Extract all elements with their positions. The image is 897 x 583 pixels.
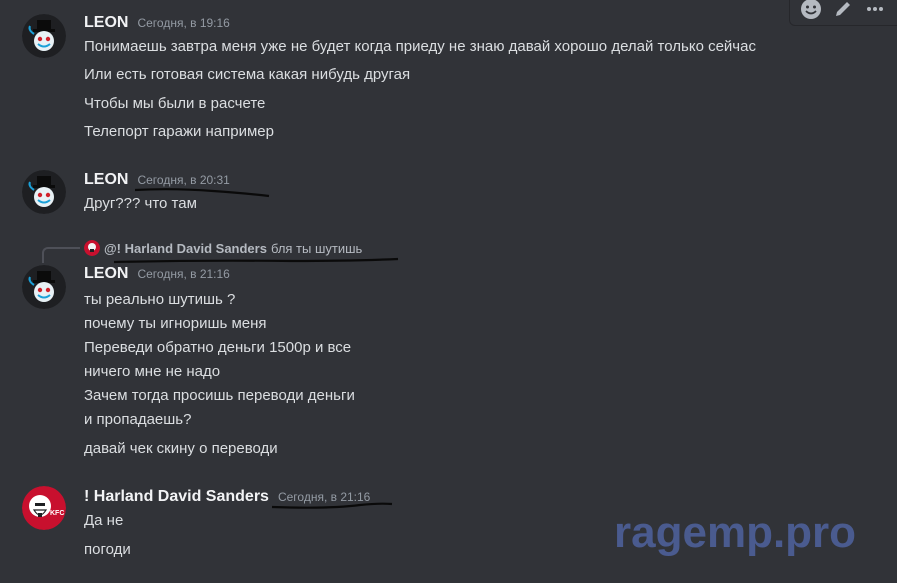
message-text: давай чек скину о переводи xyxy=(84,440,278,457)
message-text: и пропадаешь? xyxy=(84,411,192,428)
reply-spine xyxy=(42,247,80,263)
username[interactable]: LEON xyxy=(84,14,128,32)
message-text: ничего мне не надо xyxy=(84,363,221,380)
reply-text: бля ты шутишь xyxy=(270,240,363,256)
message-text: Понимаешь завтра меня уже не будет когда… xyxy=(84,38,756,55)
timestamp: Сегодня, в 19:16 xyxy=(137,16,230,30)
reply-mention[interactable]: @! Harland David Sanders xyxy=(104,241,267,256)
reply-avatar xyxy=(84,240,100,256)
message-text: Да не xyxy=(84,512,124,529)
message-text: ты реально шутишь ? xyxy=(84,291,236,308)
more-icon[interactable] xyxy=(862,0,888,22)
reply-reference[interactable]: @! Harland David Sanders бля ты шутишь xyxy=(84,240,362,256)
message-header: LEON Сегодня, в 19:16 xyxy=(84,14,230,32)
timestamp: Сегодня, в 21:16 xyxy=(137,267,230,281)
message-text: Зачем тогда просишь переводи деньги xyxy=(84,387,355,404)
emoji-icon[interactable] xyxy=(798,0,824,22)
avatar[interactable] xyxy=(22,170,66,214)
username[interactable]: LEON xyxy=(84,171,128,189)
avatar[interactable]: KFC xyxy=(22,486,66,530)
message-text: Телепорт гаражи например xyxy=(84,123,274,140)
message-text: Друг??? что там xyxy=(84,195,197,212)
edit-icon[interactable] xyxy=(830,0,856,22)
avatar[interactable] xyxy=(22,14,66,58)
watermark: ragemp.pro xyxy=(614,508,857,557)
username[interactable]: ! Harland David Sanders xyxy=(84,488,269,506)
message-header: LEON Сегодня, в 21:16 xyxy=(84,265,230,283)
kfc-logo-text: KFC xyxy=(50,510,64,517)
message-text: Чтобы мы были в расчете xyxy=(84,95,266,112)
username[interactable]: LEON xyxy=(84,265,128,283)
avatar[interactable] xyxy=(22,265,66,309)
message-text: погоди xyxy=(84,541,131,558)
message-text: Или есть готовая система какая нибудь др… xyxy=(84,66,411,83)
message-toolbar xyxy=(789,0,897,26)
scribble-mark xyxy=(271,502,393,509)
message-text: Переведи обратно деньги 1500р и все xyxy=(84,339,352,356)
message-text: почему ты игноришь меня xyxy=(84,315,267,332)
